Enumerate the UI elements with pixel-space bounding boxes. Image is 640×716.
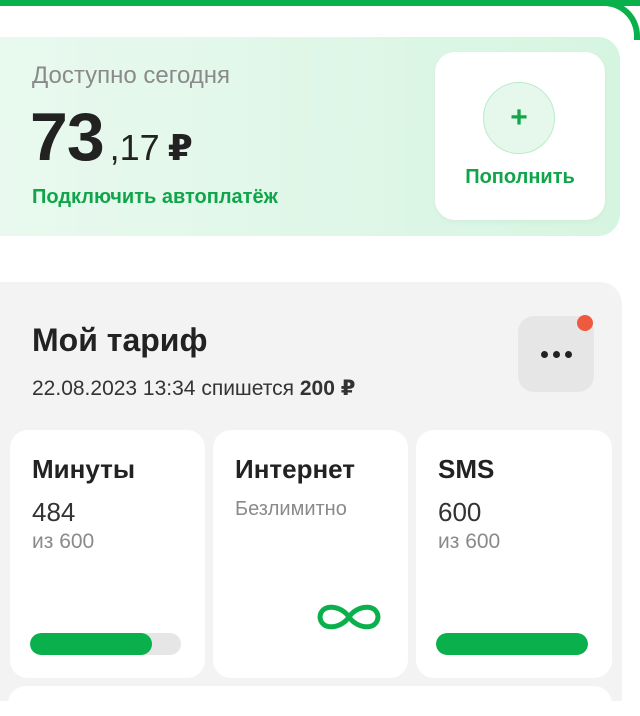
sms-total: из 600: [438, 530, 501, 553]
balance-amount: 73 ,17 ₽: [30, 98, 193, 176]
top-accent-corner: [600, 0, 640, 40]
minutes-remaining: 484: [32, 497, 76, 527]
sms-tile[interactable]: SMS 600 из 600: [416, 430, 612, 678]
topup-button[interactable]: + Пополнить: [435, 52, 605, 220]
top-accent-stripe: [0, 0, 640, 6]
sms-progress-bar: [436, 633, 588, 655]
minutes-progress-fill: [30, 633, 153, 655]
topup-label: Пополнить: [465, 166, 575, 188]
balance-amount-decimal: ,17: [109, 127, 160, 168]
infinity-icon: [317, 604, 381, 630]
minutes-total: из 600: [32, 530, 95, 553]
notification-dot: [577, 315, 593, 331]
balance-amount-integer: 73: [30, 99, 105, 175]
minutes-progress-bar: [30, 633, 181, 655]
plus-icon: +: [483, 82, 555, 154]
minutes-tile[interactable]: Минуты 484 из 600: [10, 430, 205, 678]
sms-remaining: 600: [438, 497, 482, 527]
minutes-title: Минуты: [32, 454, 136, 484]
tariff-charge-date: 22.08.2023 13:34 спишется: [32, 377, 295, 400]
tariff-charge-amount: 200 ₽: [299, 377, 356, 400]
sms-progress-fill: [436, 633, 588, 655]
tariff-title: Мой тариф: [32, 322, 208, 358]
internet-title: Интернет: [235, 454, 356, 484]
internet-unlimited-note: Безлимитно: [235, 498, 347, 520]
tariff-charge-info: 22.08.2023 13:34 спишется 200 ₽: [32, 376, 355, 401]
balance-currency: ₽: [167, 127, 193, 168]
more-dots-icon: [540, 350, 572, 358]
sms-title: SMS: [438, 454, 495, 484]
next-card-peek: [8, 686, 612, 716]
balance-label: Доступно сегодня: [32, 62, 231, 89]
autopay-link[interactable]: Подключить автоплатёж: [32, 186, 278, 209]
internet-tile[interactable]: Интернет Безлимитно: [213, 430, 408, 678]
